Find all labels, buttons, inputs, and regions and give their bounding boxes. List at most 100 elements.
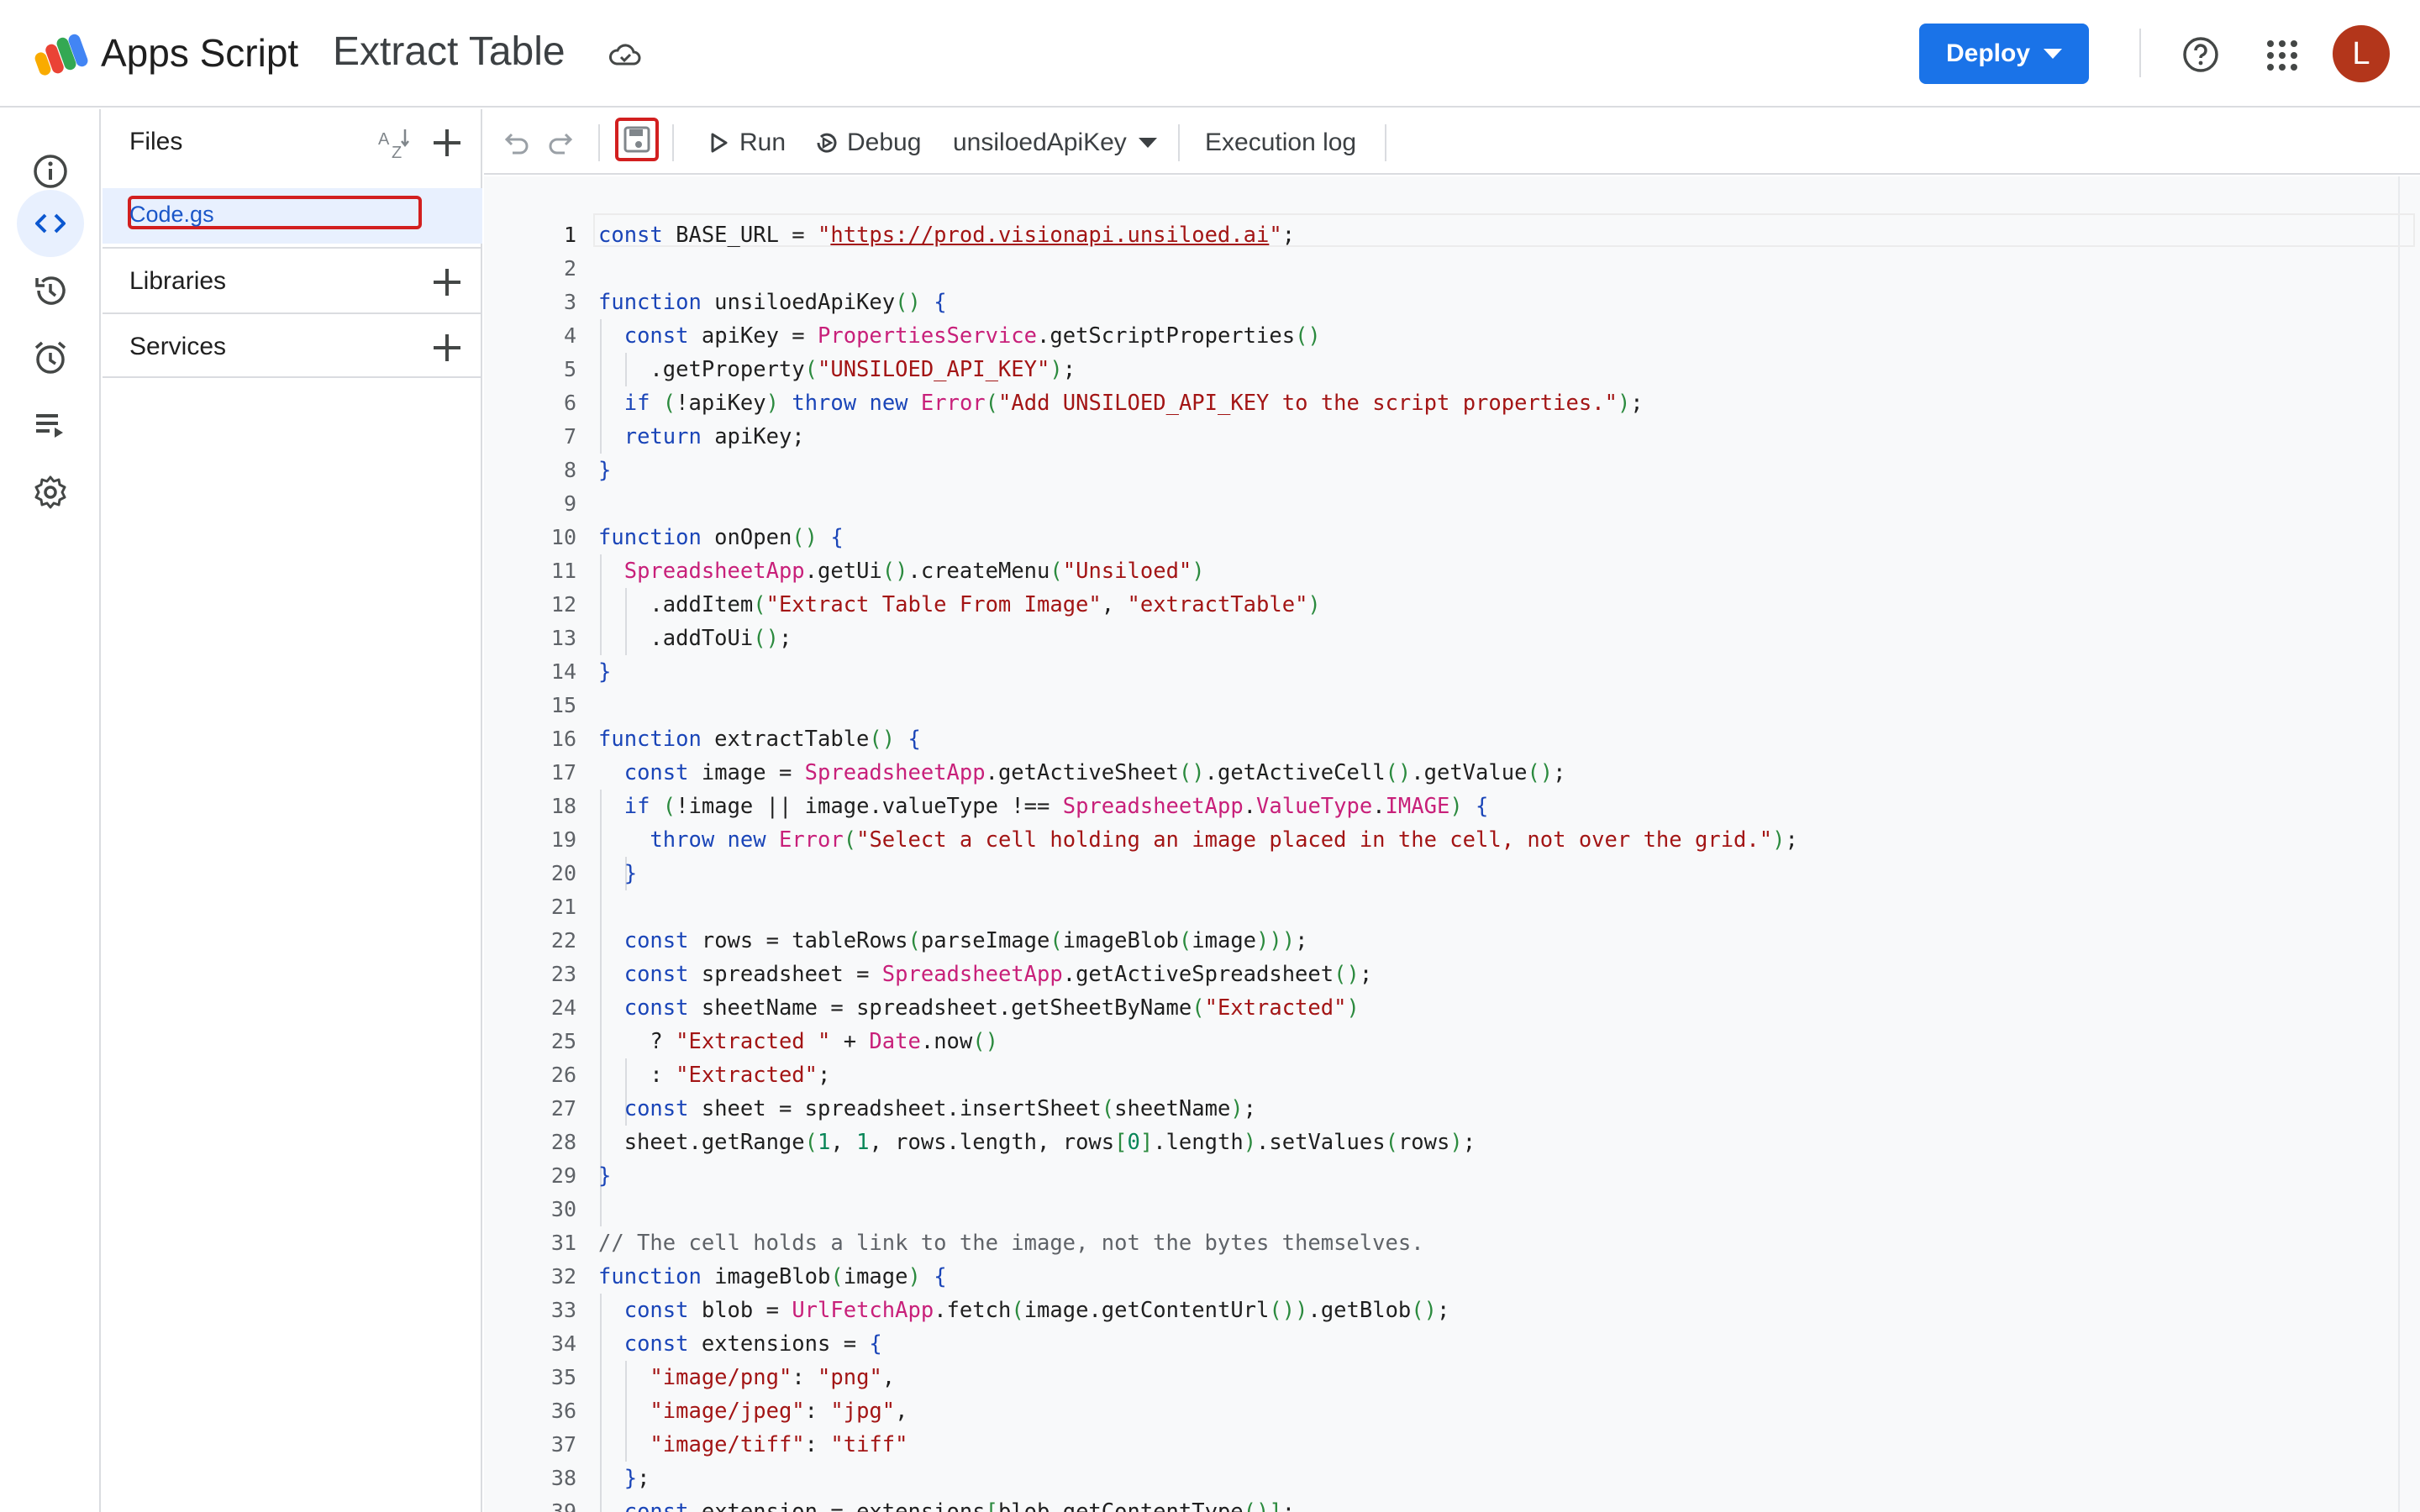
sort-az-icon[interactable]: A Z [376, 124, 413, 161]
line-number: 39 [550, 1499, 576, 1512]
code-line[interactable]: const blob = UrlFetchApp.fetch(image.get… [598, 1294, 1798, 1327]
code-line[interactable]: if (!image || image.valueType !== Spread… [598, 790, 1798, 823]
function-selector[interactable]: unsiloedApiKey [953, 124, 1157, 161]
toolbar-divider [1178, 124, 1180, 161]
header-divider [2139, 29, 2141, 77]
code-line[interactable]: : "Extracted"; [598, 1058, 1798, 1092]
line-number: 33 [550, 1298, 576, 1322]
code-line[interactable]: ? "Extracted " + Date.now() [598, 1025, 1798, 1058]
code-line[interactable]: function extractTable() { [598, 722, 1798, 756]
redo-icon[interactable] [546, 128, 576, 158]
debug-button[interactable]: Debug [813, 124, 921, 161]
line-number: 11 [550, 559, 576, 583]
code-line[interactable]: sheet.getRange(1, 1, rows.length, rows[0… [598, 1126, 1798, 1159]
editor-nav[interactable] [17, 190, 84, 257]
line-number: 16 [550, 727, 576, 751]
code-line[interactable]: const extensions = { [598, 1327, 1798, 1361]
code-line[interactable] [598, 487, 1798, 521]
code-lines[interactable]: const BASE_URL = "https://prod.visionapi… [598, 218, 1798, 1512]
code-line[interactable]: const spreadsheet = SpreadsheetApp.getAc… [598, 958, 1798, 991]
google-apps-icon[interactable] [2265, 39, 2299, 72]
code-line[interactable] [598, 890, 1798, 924]
executions-nav[interactable] [17, 391, 84, 459]
services-label: Services [129, 333, 227, 360]
libraries-section[interactable]: Libraries [103, 247, 482, 312]
triggers-nav[interactable] [17, 324, 84, 391]
code-line[interactable]: } [598, 857, 1798, 890]
line-number: 14 [550, 659, 576, 684]
line-number: 3 [563, 290, 576, 314]
deploy-dropdown-icon[interactable] [2044, 49, 2062, 59]
code-line[interactable]: const sheetName = spreadsheet.getSheetBy… [598, 991, 1798, 1025]
line-number: 4 [563, 323, 576, 348]
undo-icon[interactable] [501, 128, 531, 158]
code-line[interactable]: const extension = extensions[blob.getCon… [598, 1495, 1798, 1512]
save-project-icon[interactable] [622, 124, 652, 155]
code-line[interactable]: "image/jpeg": "jpg", [598, 1394, 1798, 1428]
code-line[interactable]: SpreadsheetApp.getUi().createMenu("Unsil… [598, 554, 1798, 588]
file-item-code-gs[interactable]: Code.gs [103, 188, 482, 244]
code-line[interactable]: function onOpen() { [598, 521, 1798, 554]
code-line[interactable]: .addToUi(); [598, 622, 1798, 655]
debug-label: Debug [847, 129, 922, 156]
line-number: 18 [550, 794, 576, 818]
code-line[interactable]: "image/png": "png", [598, 1361, 1798, 1394]
toolbar-divider [672, 124, 674, 161]
app-name[interactable]: Apps Script [101, 30, 298, 76]
run-button[interactable]: Run [706, 124, 786, 161]
code-line[interactable]: function unsiloedApiKey() { [598, 286, 1798, 319]
code-editor[interactable]: 1 2 3 4 5 6 7 8 9 10 11 12 13 14 15 16 17 18 19 20 21 22 23 24 2… [484, 176, 2420, 1512]
project-settings-nav[interactable] [17, 459, 84, 526]
code-line[interactable] [598, 689, 1798, 722]
toolbar-divider [598, 124, 600, 161]
line-number: 12 [550, 592, 576, 617]
code-line[interactable]: .addItem("Extract Table From Image", "ex… [598, 588, 1798, 622]
play-icon [711, 133, 728, 153]
line-number: 20 [550, 861, 576, 885]
code-line[interactable]: } [598, 655, 1798, 689]
project-title[interactable]: Extract Table [333, 29, 566, 75]
cloud-saved-icon [609, 44, 641, 66]
deploy-button[interactable]: Deploy [1919, 24, 2089, 84]
account-avatar[interactable]: L [2333, 25, 2390, 82]
line-number: 9 [563, 491, 576, 516]
run-label: Run [739, 129, 786, 156]
execution-log-button[interactable]: Execution log [1205, 124, 1356, 161]
code-line[interactable]: } [598, 454, 1798, 487]
line-number: 34 [550, 1331, 576, 1356]
code-line[interactable] [598, 1193, 1798, 1226]
code-line[interactable]: const apiKey = PropertiesService.getScri… [598, 319, 1798, 353]
code-line[interactable]: } [598, 1159, 1798, 1193]
code-line[interactable]: const image = SpreadsheetApp.getActiveSh… [598, 756, 1798, 790]
files-header: Files A Z [103, 109, 482, 176]
line-number: 29 [550, 1163, 576, 1188]
services-section[interactable]: Services [103, 312, 482, 378]
code-line[interactable]: // The cell holds a link to the image, n… [598, 1226, 1798, 1260]
help-icon[interactable] [2181, 35, 2220, 74]
code-line[interactable]: function imageBlob(image) { [598, 1260, 1798, 1294]
code-line[interactable]: const sheet = spreadsheet.insertSheet(sh… [598, 1092, 1798, 1126]
code-line[interactable]: const rows = tableRows(parseImage(imageB… [598, 924, 1798, 958]
line-number: 31 [550, 1231, 576, 1255]
line-number: 38 [550, 1466, 576, 1490]
code-line[interactable]: return apiKey; [598, 420, 1798, 454]
apps-script-logo[interactable] [34, 32, 92, 79]
line-number: 24 [550, 995, 576, 1020]
files-title: Files [129, 128, 183, 155]
debug-icon [817, 133, 837, 153]
line-number: 2 [563, 256, 576, 281]
code-line[interactable] [598, 252, 1798, 286]
libraries-label: Libraries [129, 267, 227, 295]
code-line[interactable]: throw new Error("Select a cell holding a… [598, 823, 1797, 857]
add-file-icon[interactable] [430, 126, 464, 160]
code-line[interactable]: .getProperty("UNSILOED_API_KEY"); [598, 353, 1798, 386]
project-history-nav[interactable] [17, 257, 84, 324]
line-number: 7 [563, 424, 576, 449]
code-line[interactable]: if (!apiKey) throw new Error("Add UNSILO… [598, 386, 1798, 420]
add-service-icon[interactable] [430, 331, 464, 365]
code-line[interactable]: const BASE_URL = "https://prod.visionapi… [598, 218, 1798, 252]
code-line[interactable]: }; [598, 1462, 1798, 1495]
add-library-icon[interactable] [430, 265, 464, 299]
code-line[interactable]: "image/tiff": "tiff" [598, 1428, 1798, 1462]
line-number: 35 [550, 1365, 576, 1389]
